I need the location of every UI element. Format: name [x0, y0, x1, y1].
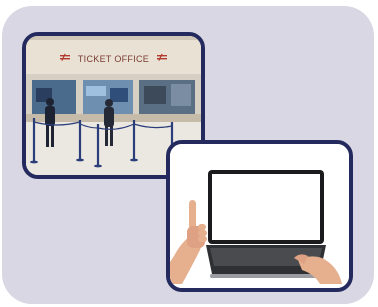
laptop-thumbs-up-illustration	[170, 144, 349, 288]
laptop-photo	[166, 140, 353, 292]
ticket-office-sign: TICKET OFFICE	[77, 54, 150, 64]
